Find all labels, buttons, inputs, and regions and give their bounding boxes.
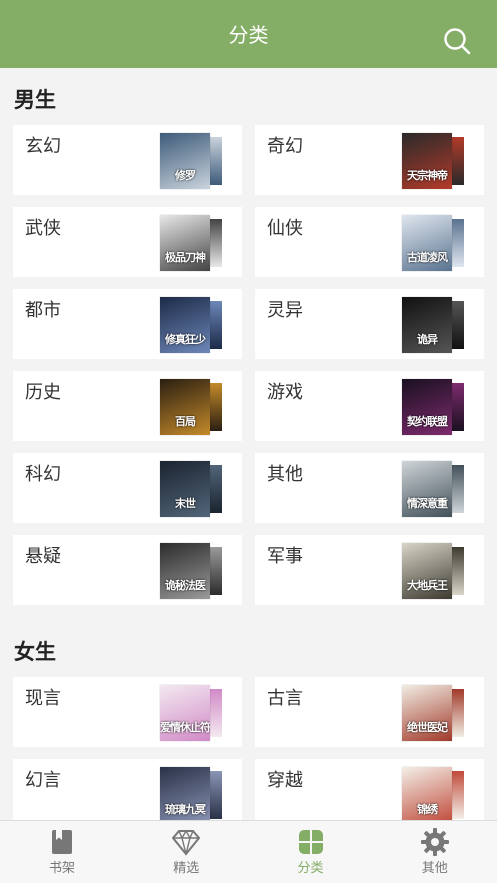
category-label: 科幻 [25,464,61,485]
cover-title: 修罗 [175,169,196,182]
book-cover-stack: 诡秘法医 [160,543,222,599]
category-card[interactable]: 现言爱情休止符 [13,677,242,747]
category-label: 都市 [25,300,61,321]
cover-title: 修真狂少 [165,333,206,346]
front-cover: 天宗神帝 [402,133,452,189]
app-header: 分类 [0,0,497,68]
cover-title: 契约联盟 [407,415,448,428]
cover-title: 末世 [175,497,196,510]
cover-title: 绝世医妃 [407,721,448,734]
front-cover: 修罗 [160,133,210,189]
category-label: 古言 [267,688,303,709]
category-card[interactable]: 都市修真狂少 [13,289,242,359]
cover-title: 古道凌风 [407,251,448,264]
book-cover-stack: 天宗神帝 [402,133,464,189]
category-card[interactable]: 古言绝世医妃 [255,677,484,747]
category-label: 现言 [25,688,61,709]
category-card[interactable]: 穿越锦绣 [255,759,484,820]
category-card[interactable]: 军事大地兵王 [255,535,484,605]
cover-title: 百局 [175,415,196,428]
front-cover: 修真狂少 [160,297,210,353]
category-card[interactable]: 奇幻天宗神帝 [255,125,484,195]
front-cover: 情深意重 [402,461,452,517]
book-cover-stack: 大地兵王 [402,543,464,599]
front-cover: 诡异 [402,297,452,353]
category-card[interactable]: 其他情深意重 [255,453,484,523]
front-cover: 大地兵王 [402,543,452,599]
category-label: 悬疑 [25,546,61,567]
category-card[interactable]: 历史百局 [13,371,242,441]
cover-title: 锦绣 [417,803,438,816]
cover-title: 琉璃九冥 [165,803,206,816]
category-label: 奇幻 [267,136,303,157]
section-title: 女生 [14,640,56,664]
front-cover: 诡秘法医 [160,543,210,599]
book-cover-stack: 绝世医妃 [402,685,464,741]
book-cover-stack: 百局 [160,379,222,435]
cover-title: 爱情休止符 [160,721,210,734]
book-cover-stack: 情深意重 [402,461,464,517]
book-cover-stack: 诡异 [402,297,464,353]
tab-label: 精选 [173,861,200,876]
tab-label: 书架 [48,861,75,876]
category-card[interactable]: 仙侠古道凌风 [255,207,484,277]
category-card[interactable]: 玄幻修罗 [13,125,242,195]
category-card[interactable]: 武侠极品刀神 [13,207,242,277]
tab-label: 分类 [297,861,324,876]
book-cover-stack: 修真狂少 [160,297,222,353]
front-cover: 绝世医妃 [402,685,452,741]
search-icon[interactable] [443,27,471,55]
front-cover: 末世 [160,461,210,517]
tab-0[interactable]: 书架 [0,821,124,883]
front-cover: 契约联盟 [402,379,452,435]
front-cover: 古道凌风 [402,215,452,271]
grid-clover-icon [297,828,325,856]
category-card[interactable]: 幻言琉璃九冥 [13,759,242,820]
category-label: 武侠 [25,218,61,239]
book-cover-stack: 锦绣 [402,767,464,820]
category-label: 历史 [25,382,61,403]
category-card[interactable]: 科幻末世 [13,453,242,523]
book-cover-stack: 琉璃九冥 [160,767,222,820]
cover-title: 大地兵王 [407,579,448,592]
category-card[interactable]: 灵异诡异 [255,289,484,359]
front-cover: 极品刀神 [160,215,210,271]
cover-title: 诡异 [417,333,438,346]
diamond-icon [171,828,201,856]
category-label: 灵异 [267,300,303,321]
category-card[interactable]: 悬疑诡秘法医 [13,535,242,605]
category-label: 幻言 [25,770,61,791]
bottom-tab-bar: 书架 精选 分类 其他 [0,820,497,883]
book-icon [48,828,76,856]
category-label: 仙侠 [267,218,303,239]
category-label: 穿越 [267,770,303,791]
page-title: 分类 [228,23,269,47]
book-cover-stack: 末世 [160,461,222,517]
tab-2[interactable]: 分类 [249,821,373,883]
book-cover-stack: 修罗 [160,133,222,189]
book-cover-stack: 极品刀神 [160,215,222,271]
front-cover: 锦绣 [402,767,452,820]
book-cover-stack: 契约联盟 [402,379,464,435]
tab-3[interactable]: 其他 [373,821,497,883]
category-label: 其他 [267,464,303,485]
cover-title: 情深意重 [407,497,448,510]
front-cover: 琉璃九冥 [160,767,210,820]
cover-title: 天宗神帝 [407,169,448,182]
category-label: 军事 [267,546,303,567]
category-label: 游戏 [267,382,303,403]
gear-icon [420,828,449,856]
book-cover-stack: 古道凌风 [402,215,464,271]
tab-label: 其他 [421,861,448,876]
book-cover-stack: 爱情休止符 [160,685,222,741]
cover-title: 极品刀神 [165,251,206,264]
category-label: 玄幻 [25,136,61,157]
cover-title: 诡秘法医 [165,579,206,592]
category-content[interactable]: 男生 玄幻 修罗 奇幻 天宗神帝 武侠 极品刀神 仙侠 古道凌风 都市 修真狂少 灵异 诡异 历史 百局 游戏… [0,68,497,820]
category-card[interactable]: 游戏契约联盟 [255,371,484,441]
front-cover: 爱情休止符 [160,685,210,741]
front-cover: 百局 [160,379,210,435]
section-title: 男生 [14,88,56,112]
tab-1[interactable]: 精选 [124,821,248,883]
